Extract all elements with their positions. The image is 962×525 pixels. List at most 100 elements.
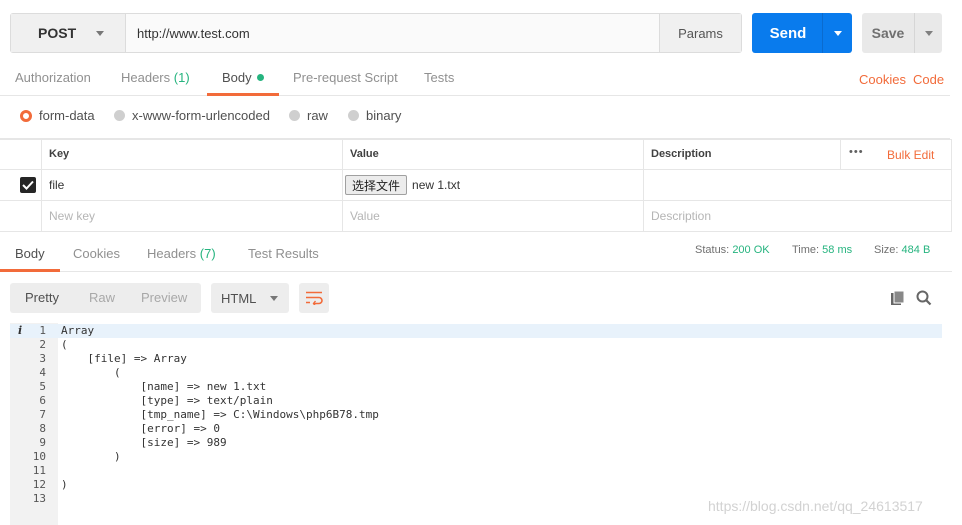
radio-binary[interactable]: binary: [348, 108, 401, 123]
line-number: 11: [32, 464, 46, 477]
tab-response-body[interactable]: Body: [0, 238, 60, 272]
chevron-down-icon: [270, 295, 279, 301]
chevron-down-icon: [924, 30, 933, 36]
radio-icon: [114, 110, 125, 121]
line-number: 7: [39, 408, 46, 421]
code-line: 6 [type] => text/plain: [10, 394, 942, 408]
code-line: 4 (: [10, 366, 942, 380]
format-select[interactable]: HTML: [211, 283, 289, 313]
description-cell[interactable]: [643, 170, 952, 200]
tab-test-results[interactable]: Test Results: [248, 238, 319, 272]
send-dropdown-button[interactable]: [822, 13, 852, 53]
line-number: 3: [39, 352, 46, 365]
divider: [840, 139, 841, 169]
radio-form-data[interactable]: form-data: [20, 108, 95, 123]
view-preview-button[interactable]: Preview: [141, 283, 187, 313]
save-button-group: Save: [862, 13, 942, 53]
time-readout: Time: 58 ms: [792, 244, 852, 256]
checkmark-icon: [22, 180, 34, 190]
send-button[interactable]: Send: [752, 13, 822, 53]
table-row: file 选择文件 new 1.txt: [0, 170, 952, 201]
view-pretty-button[interactable]: Pretty: [25, 283, 59, 313]
tab-count: (1): [173, 70, 190, 85]
key-cell[interactable]: file: [41, 170, 342, 200]
code-text: ): [61, 450, 121, 463]
wrap-lines-icon: [306, 291, 323, 305]
tab-headers[interactable]: Headers (1): [121, 63, 190, 96]
new-description-input[interactable]: Description: [643, 201, 952, 231]
more-options-icon[interactable]: •••: [849, 146, 864, 158]
code-text: [file] => Array: [61, 352, 187, 365]
line-number: 2: [39, 338, 46, 351]
tab-label: Headers: [121, 70, 171, 85]
choose-file-button[interactable]: 选择文件: [345, 175, 408, 195]
radio-raw[interactable]: raw: [289, 108, 328, 123]
view-raw-button[interactable]: Raw: [89, 283, 115, 313]
tab-label: Pre-request Script: [293, 70, 398, 85]
request-bar: POST Params: [10, 13, 742, 53]
code-text: Array: [61, 324, 95, 337]
code-line: 12): [10, 478, 942, 492]
radio-label: raw: [307, 108, 328, 123]
time-label: Time:: [792, 244, 820, 256]
description-header-label: Description: [651, 148, 712, 160]
code-line: 2(: [10, 338, 942, 352]
body-type-selector: form-data x-www-form-urlencoded raw bina…: [0, 96, 950, 139]
line-number: 8: [39, 422, 46, 435]
tab-tests[interactable]: Tests: [424, 63, 454, 96]
request-tabs: Authorization Headers (1) Body Pre-reque…: [0, 63, 950, 96]
line-number: 6: [39, 394, 46, 407]
code-line: i 1 Array: [10, 324, 942, 338]
status-label: Status:: [695, 244, 730, 256]
tab-response-cookies[interactable]: Cookies: [73, 238, 120, 272]
key-column-header: Key: [41, 139, 342, 169]
method-label: POST: [38, 25, 77, 41]
tab-body[interactable]: Body: [207, 63, 279, 96]
tab-authorization[interactable]: Authorization: [15, 63, 91, 96]
line-number: 9: [39, 436, 46, 449]
save-dropdown-button[interactable]: [914, 13, 942, 53]
response-body-viewer[interactable]: i 1 Array 2(3 [file] => Array 4 (5 [name] =>…: [10, 323, 942, 525]
code-line: 10 ): [10, 450, 942, 464]
search-icon[interactable]: [916, 290, 932, 306]
size-label: Size:: [874, 244, 899, 256]
send-button-group: Send: [752, 13, 852, 53]
code-link[interactable]: Code: [913, 72, 944, 87]
line-number: 13: [32, 492, 46, 505]
code-line: 9 [size] => 989: [10, 436, 942, 450]
method-select[interactable]: POST: [11, 14, 126, 52]
code-line: 8 [error] => 0: [10, 422, 942, 436]
code-line: 3 [file] => Array: [10, 352, 942, 366]
time-value: 58 ms: [822, 244, 853, 256]
new-value-input[interactable]: Value: [342, 201, 643, 231]
code-text: ): [61, 478, 68, 491]
file-name: new 1.txt: [412, 178, 461, 192]
params-button[interactable]: Params: [659, 14, 741, 52]
cookies-link[interactable]: Cookies: [859, 72, 906, 87]
divider: [0, 139, 952, 140]
wrap-lines-button[interactable]: [299, 283, 329, 313]
code-text: [tmp_name] => C:\Windows\php6B78.tmp: [61, 408, 379, 421]
save-button[interactable]: Save: [862, 13, 914, 53]
new-row: New key Value Description: [0, 201, 952, 232]
copy-icon[interactable]: [890, 290, 906, 306]
tab-response-headers[interactable]: Headers (7): [147, 238, 216, 272]
tab-pre-request-script[interactable]: Pre-request Script: [293, 63, 398, 96]
radio-x-www-form-urlencoded[interactable]: x-www-form-urlencoded: [114, 108, 270, 123]
active-dot-icon: [256, 74, 264, 81]
status-readout: Status: 200 OK: [695, 244, 770, 256]
value-cell: 选择文件 new 1.txt: [342, 170, 643, 200]
code-text: [name] => new 1.txt: [61, 380, 267, 393]
new-key-input[interactable]: New key: [41, 201, 342, 231]
line-number: 5: [39, 380, 46, 393]
code-text: (: [61, 366, 121, 379]
row-enabled-checkbox[interactable]: [20, 177, 36, 193]
tab-label: Body: [222, 70, 252, 85]
code-text: [size] => 989: [61, 436, 227, 449]
format-label: HTML: [221, 290, 257, 306]
tab-label: Headers: [147, 246, 197, 261]
tab-label: Body: [15, 246, 45, 261]
radio-icon: [289, 110, 300, 121]
bulk-edit-link[interactable]: Bulk Edit: [887, 148, 934, 162]
url-input[interactable]: [126, 14, 659, 52]
